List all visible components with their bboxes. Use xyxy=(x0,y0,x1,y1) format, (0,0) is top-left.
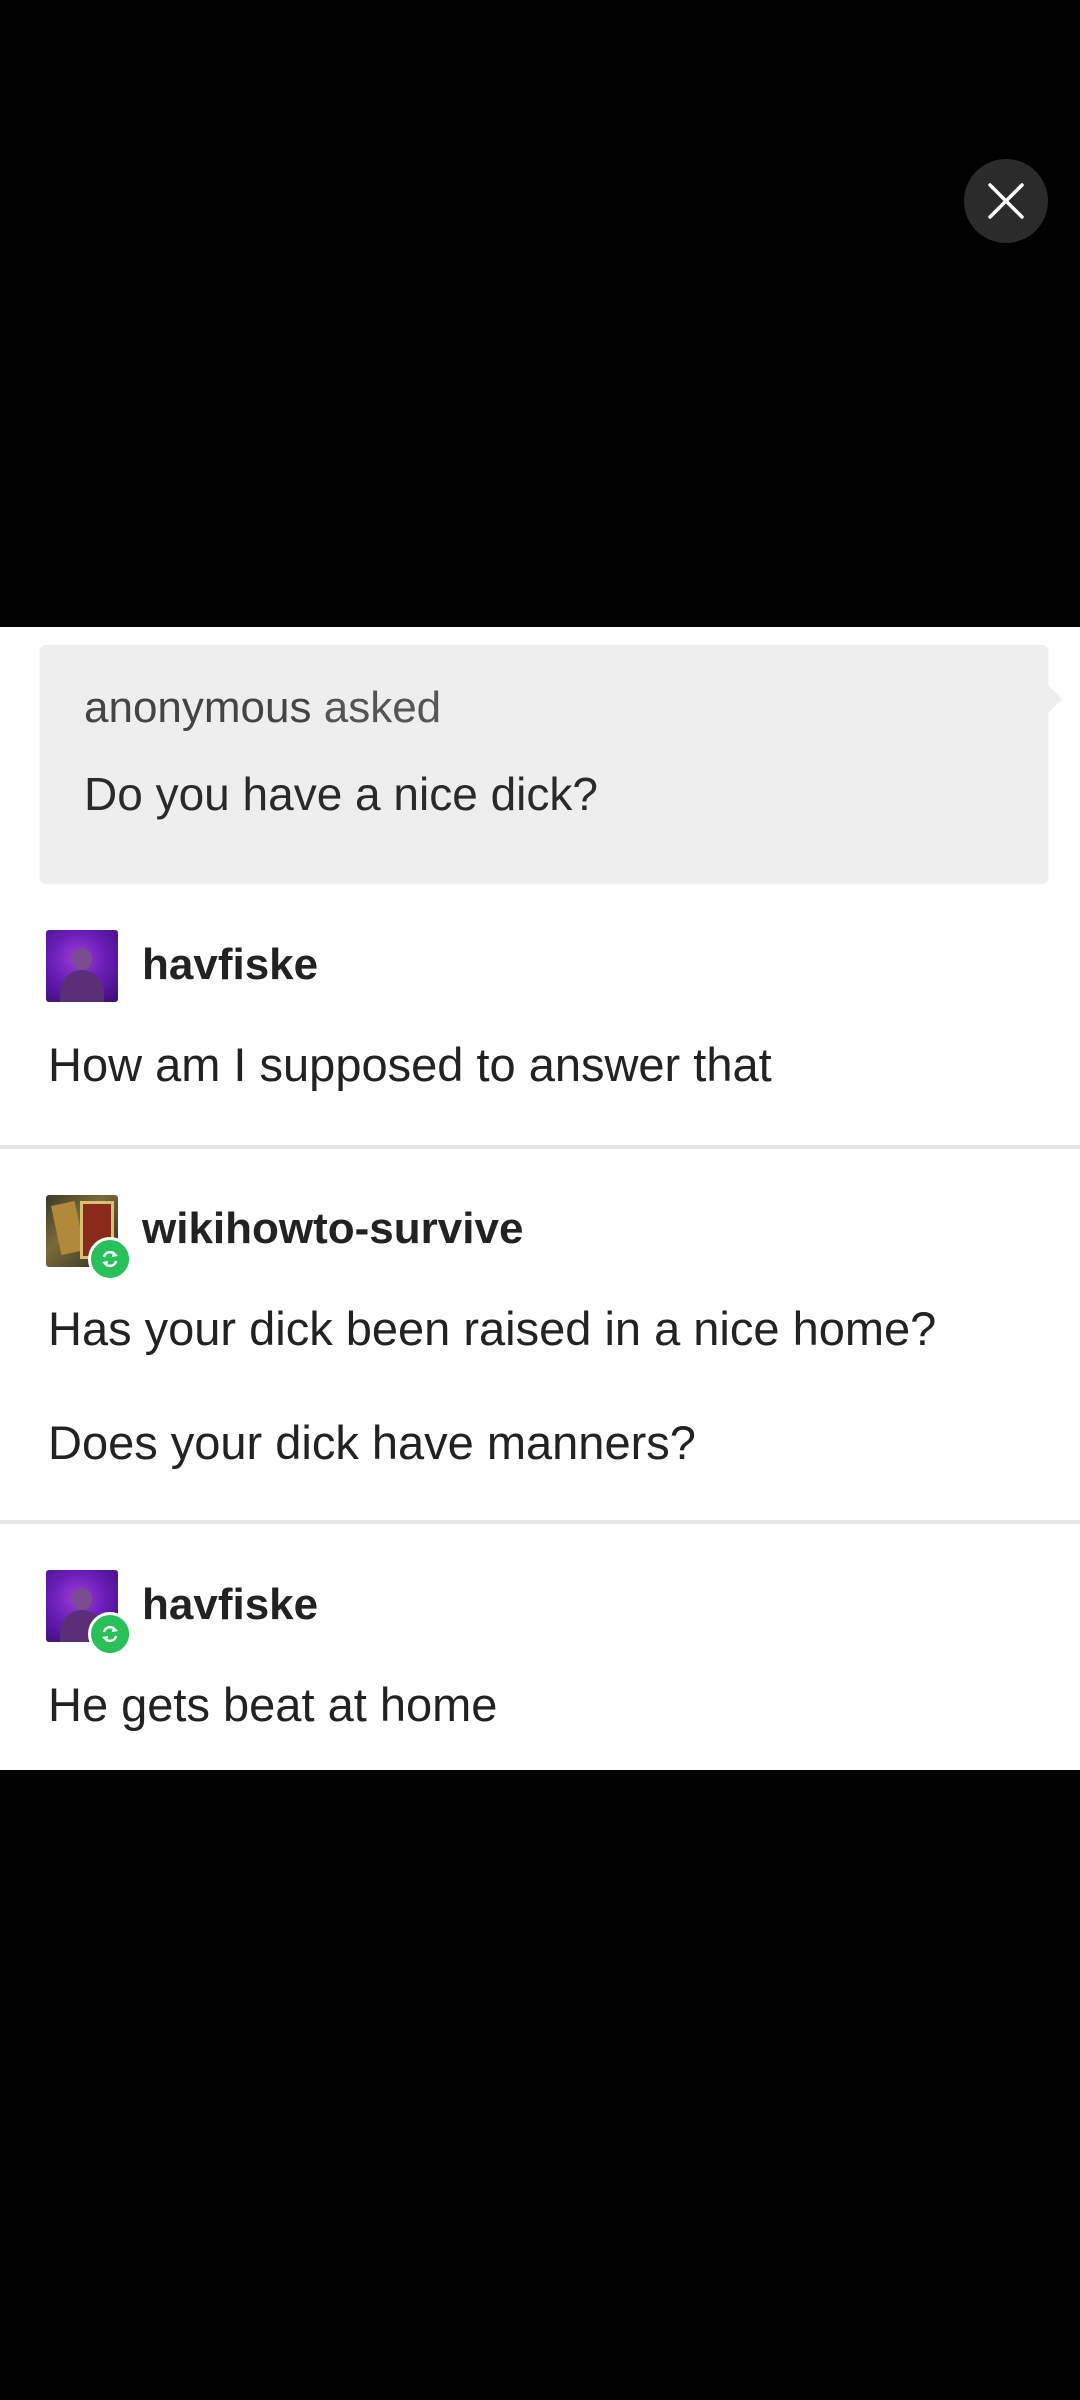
reply-text: Does your dick have manners? xyxy=(48,1416,696,1469)
reply-username: wikihowto-survive xyxy=(142,1204,524,1253)
divider xyxy=(0,1520,1080,1524)
reply-username: havfiske xyxy=(142,940,319,989)
close-button[interactable] xyxy=(964,159,1048,243)
reblog-icon xyxy=(88,1237,132,1281)
ask-header: anonymous asked xyxy=(84,683,441,733)
avatar-havfiske xyxy=(46,930,118,1002)
reblog-icon xyxy=(88,1612,132,1656)
reply-text: He gets beat at home xyxy=(48,1678,498,1731)
reply-username: havfiske xyxy=(142,1580,319,1629)
close-icon xyxy=(988,183,1024,219)
asker-name: anonymous xyxy=(84,683,312,732)
post-image[interactable]: anonymous asked Do you have a nice dick?… xyxy=(0,627,1080,1770)
reply-text: How am I supposed to answer that xyxy=(48,1038,772,1091)
ask-question: Do you have a nice dick? xyxy=(84,768,598,820)
ask-box: anonymous asked Do you have a nice dick? xyxy=(40,645,1062,883)
divider xyxy=(0,1145,1080,1149)
reply-text: Has your dick been raised in a nice home… xyxy=(48,1302,937,1355)
asked-label: asked xyxy=(323,683,442,732)
